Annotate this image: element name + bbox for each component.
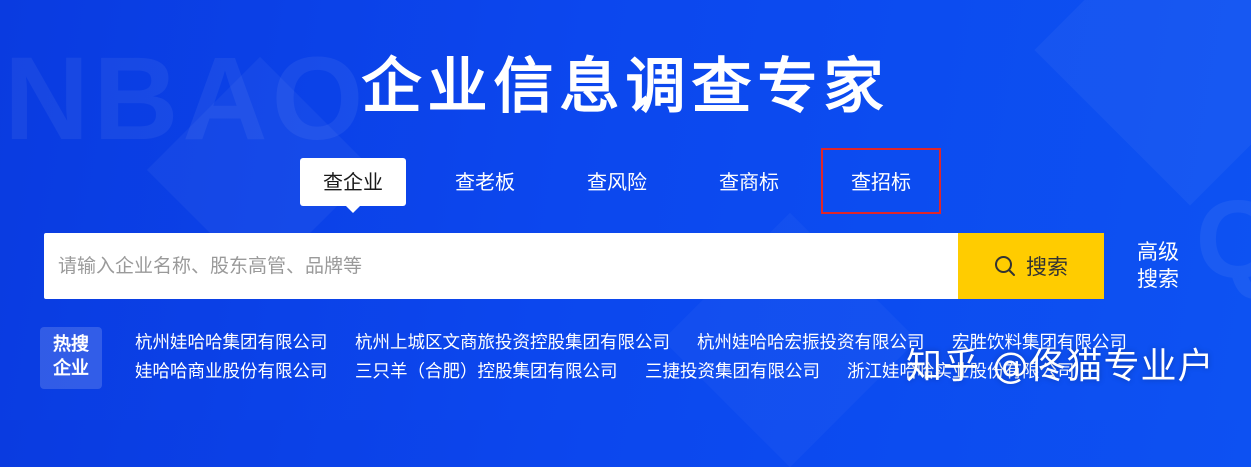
hot-company-link[interactable]: 杭州上城区文商旅投资控股集团有限公司 bbox=[355, 332, 670, 354]
hot-company-link[interactable]: 杭州娃哈哈集团有限公司 bbox=[135, 332, 328, 354]
hot-search-badge: 热搜 企业 bbox=[40, 327, 102, 389]
hot-company-link[interactable]: 三只羊（合肥）控股集团有限公司 bbox=[355, 361, 618, 383]
search-icon bbox=[995, 256, 1015, 276]
hot-company-link[interactable]: 娃哈哈商业股份有限公司 bbox=[135, 361, 328, 383]
tender-tab-highlight-box bbox=[821, 148, 941, 214]
hot-company-link[interactable]: 三捷投资集团有限公司 bbox=[645, 361, 820, 383]
search-button[interactable]: 搜索 bbox=[958, 233, 1104, 299]
tab-trademark[interactable]: 查商标 bbox=[696, 158, 802, 206]
background-wordmark-right: Q bbox=[1195, 178, 1251, 301]
advanced-search-link[interactable]: 高级 搜索 bbox=[1126, 239, 1190, 293]
advanced-search-line1: 高级 bbox=[1137, 240, 1179, 264]
zhihu-watermark: 知乎 @佟猫专业户 bbox=[906, 346, 1215, 387]
hot-badge-line1: 热搜 bbox=[53, 334, 89, 355]
tab-company[interactable]: 查企业 bbox=[300, 158, 406, 213]
search-button-label: 搜索 bbox=[1026, 255, 1068, 279]
hot-badge-line2: 企业 bbox=[53, 358, 89, 379]
tab-risk[interactable]: 查风险 bbox=[564, 158, 670, 206]
advanced-search-line2: 搜索 bbox=[1137, 267, 1179, 291]
hot-company-link[interactable]: 杭州娃哈哈宏振投资有限公司 bbox=[697, 332, 925, 354]
page-title: 企业信息调查专家 bbox=[361, 52, 890, 122]
search-input[interactable] bbox=[44, 233, 958, 299]
tab-boss[interactable]: 查老板 bbox=[432, 158, 538, 206]
